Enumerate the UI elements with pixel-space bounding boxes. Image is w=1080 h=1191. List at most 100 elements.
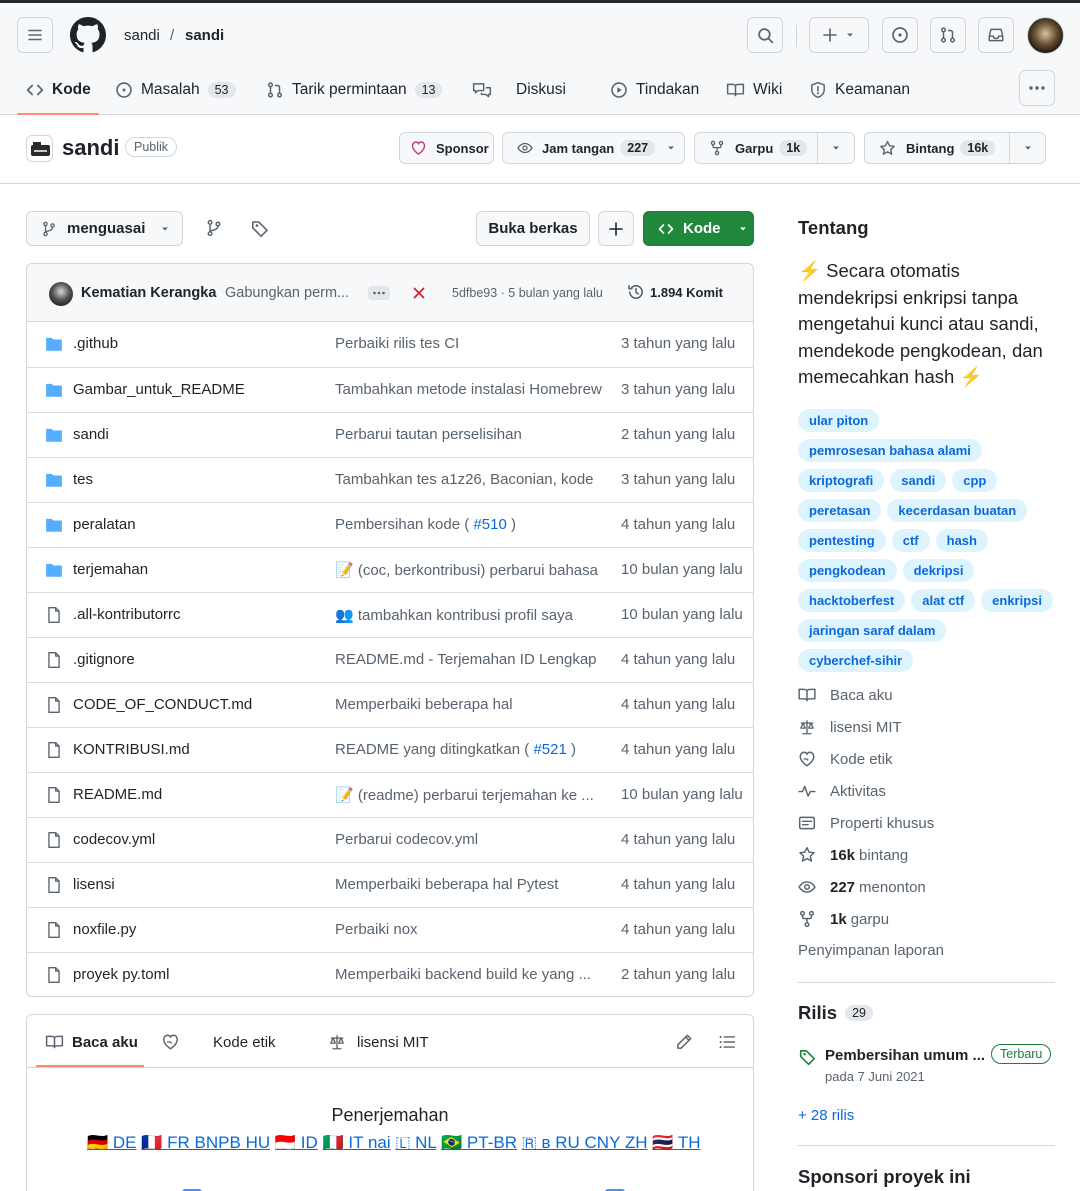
pr-link[interactable]: #510 [473, 516, 506, 533]
file-name[interactable]: KONTRIBUSI.md [73, 741, 190, 758]
file-commit-message[interactable]: Memperbaiki beberapa hal [335, 696, 605, 713]
topic-tag[interactable]: jaringan saraf dalam [798, 619, 947, 642]
topic-tag[interactable]: alat ctf [911, 589, 976, 612]
topic-tag[interactable]: dekripsi [902, 559, 975, 582]
translation-link[interactable]: 🇮🇹 IT nai [323, 1133, 391, 1152]
file-row[interactable]: tes Tambahkan tes a1z26, Baconian, kode 3 … [27, 457, 753, 502]
code-dropdown-button[interactable]: Kode [643, 211, 754, 246]
topic-tag[interactable]: cyberchef-sihir [798, 649, 914, 672]
topic-tag[interactable]: sandi [890, 469, 947, 492]
sidebar-forks-link[interactable]: 1k garpu [798, 910, 889, 928]
branch-selector[interactable]: menguasai [26, 211, 183, 246]
file-row[interactable]: noxfile.py Perbaiki nox 4 tahun yang lalu [27, 907, 753, 952]
file-commit-message[interactable]: Pembersihan kode ( #510 ) [335, 516, 605, 533]
tab-security[interactable]: Keamanan [809, 75, 910, 105]
file-row[interactable]: .all-kontributorrc 👥 tambahkan kontribusi… [27, 592, 753, 637]
commit-message[interactable]: Gabungkan perm... [225, 285, 349, 301]
sidebar-stars-link[interactable]: 16k bintang [798, 846, 908, 864]
pulls-shortcut-button[interactable] [930, 17, 966, 53]
file-commit-message[interactable]: Perbarui tautan perselisihan [335, 426, 605, 443]
file-name[interactable]: tes [73, 471, 93, 488]
file-row[interactable]: CODE_OF_CONDUCT.md Memperbaiki beberapa h… [27, 682, 753, 727]
list-unordered-icon[interactable] [718, 1033, 736, 1051]
readme-tab-coc[interactable]: Kode etik [161, 1033, 276, 1051]
file-commit-message[interactable]: Perbaiki rilis tes CI [335, 335, 605, 352]
file-row[interactable]: .github Perbaiki rilis tes CI 3 tahun yang… [27, 322, 753, 367]
tab-actions[interactable]: Tindakan [610, 75, 699, 105]
topic-tag[interactable]: pemrosesan bahasa alami [798, 439, 982, 462]
tab-issues[interactable]: Masalah 53 [115, 75, 236, 105]
file-name[interactable]: .github [73, 335, 118, 352]
tab-pull-requests[interactable]: Tarik permintaan 13 [266, 75, 443, 105]
sidebar-custom-props-link[interactable]: Properti khusus [798, 814, 934, 832]
readme-tab-readme[interactable]: Baca aku [45, 1033, 138, 1051]
issues-shortcut-button[interactable] [882, 17, 918, 53]
topic-tag[interactable]: cpp [952, 469, 998, 492]
tab-wiki[interactable]: Wiki [726, 75, 782, 105]
x-icon[interactable] [412, 286, 426, 300]
translation-link[interactable]: 🇫🇷 FR BNPB HU [141, 1133, 270, 1152]
pencil-icon[interactable] [675, 1033, 693, 1051]
commit-author[interactable]: Kematian Kerangka [81, 285, 216, 301]
fork-dropdown-button[interactable] [817, 132, 855, 164]
repo-name[interactable]: sandi [62, 135, 119, 161]
sidebar-activity-link[interactable]: Aktivitas [798, 782, 886, 800]
topic-tag[interactable]: hacktoberfest [798, 589, 906, 612]
releases-header[interactable]: Rilis 29 [798, 1002, 873, 1024]
file-name[interactable]: proyek py.toml [73, 966, 169, 983]
file-commit-message[interactable]: Perbaiki nox [335, 921, 605, 938]
translation-link[interactable]: 🇩🇪 DE [87, 1133, 137, 1152]
add-file-button[interactable] [598, 211, 634, 246]
repo-owner-avatar[interactable] [26, 135, 53, 162]
user-avatar[interactable] [1027, 17, 1064, 54]
file-commit-message[interactable]: Memperbaiki beberapa hal Pytest [335, 876, 605, 893]
sidebar-license-link[interactable]: lisensi MIT [798, 718, 902, 736]
file-name[interactable]: README.md [73, 786, 162, 803]
file-row[interactable]: KONTRIBUSI.md README yang ditingkatkan ( … [27, 727, 753, 772]
commit-author-avatar[interactable] [49, 282, 73, 306]
file-commit-message[interactable]: 📝 (readme) perbarui terjemahan ke ... [335, 786, 605, 804]
sponsor-button[interactable]: Sponsor [399, 132, 494, 164]
file-commit-message[interactable]: README.md - Terjemahan ID Lengkap [335, 651, 605, 668]
file-row[interactable]: Gambar_untuk_README Tambahkan metode inst… [27, 367, 753, 412]
file-name[interactable]: CODE_OF_CONDUCT.md [73, 696, 252, 713]
topic-tag[interactable]: kecerdasan buatan [887, 499, 1028, 522]
file-row[interactable]: proyek py.toml Memperbaiki backend build … [27, 952, 753, 996]
expand-commit-button[interactable] [368, 286, 390, 300]
translation-link[interactable]: 🇱 NL [395, 1133, 436, 1152]
star-dropdown-button[interactable] [1009, 132, 1046, 164]
file-commit-message[interactable]: Tambahkan tes a1z26, Baconian, kode [335, 471, 605, 488]
file-row[interactable]: README.md 📝 (readme) perbarui terjemahan … [27, 772, 753, 817]
readme-tab-license[interactable]: lisensi MIT [328, 1033, 429, 1051]
sidebar-readme-link[interactable]: Baca aku [798, 686, 893, 704]
star-button[interactable]: Bintang 16k [864, 132, 1010, 164]
file-commit-message[interactable]: 📝 (coc, berkontribusi) perbarui bahasa [335, 561, 605, 579]
topic-tag[interactable]: enkripsi [981, 589, 1054, 612]
inbox-button[interactable] [978, 17, 1014, 53]
file-commit-message[interactable]: Tambahkan metode instalasi Homebrew [335, 381, 605, 398]
tags-link[interactable] [251, 219, 270, 238]
github-logo-icon[interactable] [70, 17, 106, 53]
pr-link[interactable]: #521 [533, 741, 566, 758]
file-name[interactable]: terjemahan [73, 561, 148, 578]
file-row[interactable]: .gitignore README.md - Terjemahan ID Leng… [27, 637, 753, 682]
file-name[interactable]: Gambar_untuk_README [73, 381, 245, 398]
file-name[interactable]: .all-kontributorrc [73, 606, 181, 623]
translation-link[interactable]: 🇧🇷 PT-BR [441, 1133, 517, 1152]
topic-tag[interactable]: ular piton [798, 409, 880, 432]
latest-release-name[interactable]: Pembersihan umum ... [825, 1047, 985, 1064]
go-to-file-button[interactable]: Buka berkas [476, 211, 590, 246]
file-commit-message[interactable]: README yang ditingkatkan ( #521 ) [335, 741, 605, 758]
commit-hash-time[interactable]: 5dfbe93 · 5 bulan yang lalu [452, 286, 603, 300]
create-new-button[interactable] [809, 17, 869, 53]
sidebar-coc-link[interactable]: Kode etik [798, 750, 893, 768]
file-commit-message[interactable]: Perbarui codecov.yml [335, 831, 605, 848]
sidebar-watchers-link[interactable]: 227 menonton [798, 878, 926, 896]
file-commit-message[interactable]: 👥 tambahkan kontribusi profil saya [335, 606, 605, 624]
breadcrumb-owner[interactable]: sandi [124, 27, 160, 44]
file-row[interactable]: sandi Perbarui tautan perselisihan 2 tahun… [27, 412, 753, 457]
file-name[interactable]: peralatan [73, 516, 136, 533]
file-row[interactable]: codecov.yml Perbarui codecov.yml 4 tahun y… [27, 817, 753, 862]
topic-tag[interactable]: hash [935, 529, 988, 552]
file-row[interactable]: terjemahan 📝 (coc, berkontribusi) perbaru… [27, 547, 753, 592]
